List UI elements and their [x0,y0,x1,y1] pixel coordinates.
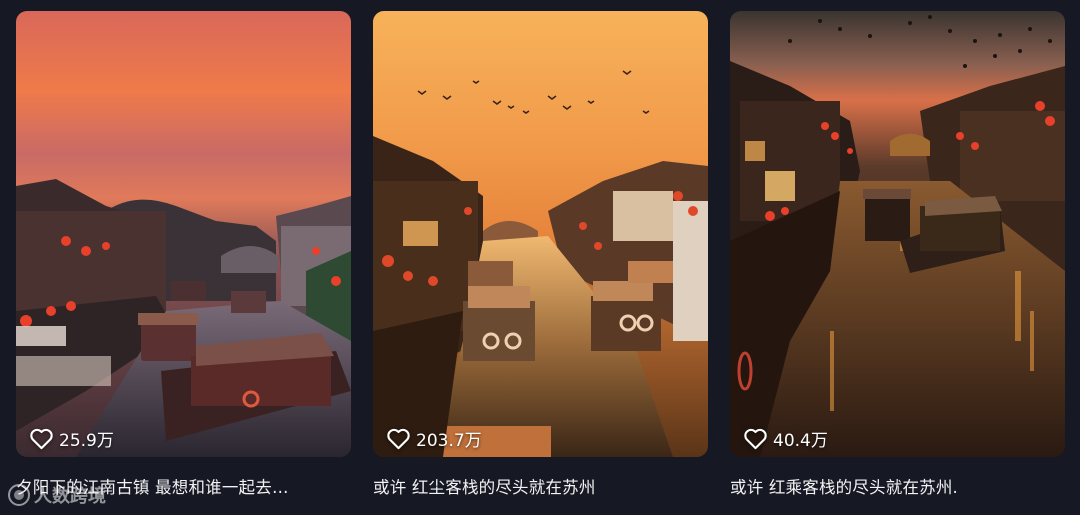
watermark-text: 人数跨境 [34,486,106,507]
canal-golden-hour-image [373,11,708,457]
video-grid: 25.9万 夕阳下的江南古镇 最想和谁一起去… 203.7万 或许 红尘客栈的尽… [0,0,1080,515]
like-count-value: 25.9万 [59,431,114,451]
video-card[interactable]: 25.9万 夕阳下的江南古镇 最想和谁一起去… [16,11,351,498]
watermark-logo-icon [8,484,30,506]
heart-outline-icon [744,428,767,449]
video-thumbnail[interactable]: 25.9万 [16,11,351,457]
canal-night-image [730,11,1065,457]
like-count-value: 203.7万 [416,431,482,451]
video-caption[interactable]: 或许 红乘客栈的尽头就在苏州. [730,474,1065,498]
video-thumbnail[interactable]: 203.7万 [373,11,708,457]
video-card[interactable]: 40.4万 或许 红乘客栈的尽头就在苏州. [730,11,1065,498]
video-caption[interactable]: 或许 红尘客栈的尽头就在苏州 [373,474,708,498]
canal-sunset-image [16,11,351,457]
like-count[interactable]: 203.7万 [387,426,482,451]
like-count[interactable]: 40.4万 [744,426,828,451]
heart-outline-icon [387,428,410,449]
video-card[interactable]: 203.7万 或许 红尘客栈的尽头就在苏州 [373,11,708,498]
like-count-value: 40.4万 [773,431,828,451]
heart-outline-icon [30,428,53,449]
video-thumbnail[interactable]: 40.4万 [730,11,1065,457]
like-count[interactable]: 25.9万 [30,426,114,451]
watermark: 人数跨境 [8,482,106,508]
